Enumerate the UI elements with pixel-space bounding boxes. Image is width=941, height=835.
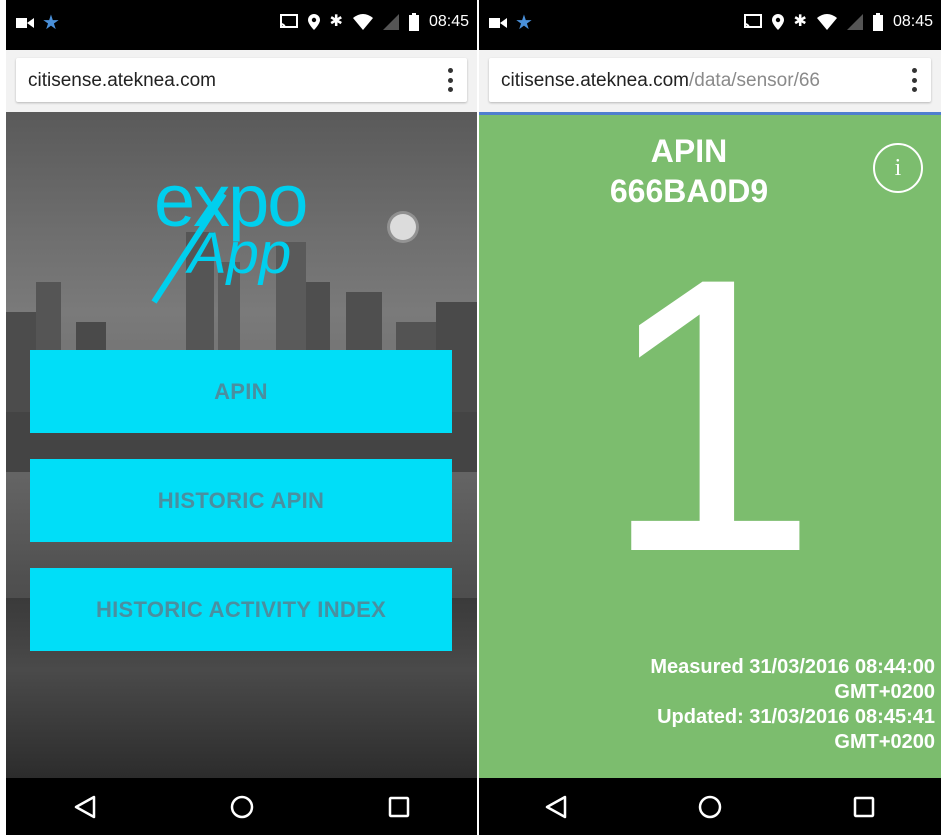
home-icon[interactable] bbox=[222, 787, 262, 827]
cast-icon bbox=[743, 14, 762, 29]
battery-icon bbox=[408, 13, 419, 31]
historic-apin-button[interactable]: HISTORIC APIN bbox=[30, 459, 452, 542]
cast-icon bbox=[279, 14, 298, 29]
menu-icon[interactable] bbox=[447, 68, 453, 92]
timestamps: Measured 31/03/2016 08:44:00 GMT+0200 Up… bbox=[650, 655, 935, 755]
sensor-value: 1 bbox=[601, 197, 819, 633]
browser-toolbar: citisense.ateknea.com/data/sensor/66 bbox=[479, 50, 941, 112]
back-icon[interactable] bbox=[536, 787, 576, 827]
bluetooth-icon: ✱ bbox=[329, 13, 343, 30]
bluetooth-icon: ✱ bbox=[793, 13, 807, 30]
battery-icon bbox=[872, 13, 883, 31]
wifi-icon bbox=[816, 14, 837, 30]
recents-icon[interactable] bbox=[844, 787, 884, 827]
no-signal-icon bbox=[382, 14, 399, 30]
star-icon: ★ bbox=[515, 12, 533, 34]
clock: 08:45 bbox=[428, 13, 469, 30]
navigation-bar bbox=[479, 778, 941, 835]
apin-button-label: APIN bbox=[214, 378, 268, 404]
url-text[interactable]: citisense.ateknea.com/data/sensor/66 bbox=[501, 70, 820, 92]
updated-timestamp: Updated: 31/03/2016 08:45:41 bbox=[657, 706, 935, 728]
star-icon: ★ bbox=[42, 12, 60, 34]
menu-icon[interactable] bbox=[911, 68, 917, 92]
url-path: /data/sensor/66 bbox=[689, 70, 820, 91]
info-button[interactable]: i bbox=[873, 143, 923, 193]
url-bar[interactable]: citisense.ateknea.com bbox=[16, 58, 467, 102]
video-camera-icon bbox=[16, 18, 34, 28]
no-signal-icon bbox=[846, 14, 863, 30]
url-text[interactable]: citisense.ateknea.com bbox=[28, 70, 216, 92]
measured-timezone: GMT+0200 bbox=[834, 681, 935, 703]
sensor-name: APIN bbox=[650, 133, 728, 169]
back-icon[interactable] bbox=[65, 787, 105, 827]
home-icon[interactable] bbox=[690, 787, 730, 827]
clock: 08:45 bbox=[892, 13, 933, 30]
recents-icon[interactable] bbox=[379, 787, 419, 827]
apin-button[interactable]: APIN bbox=[30, 350, 452, 433]
navigation-bar bbox=[6, 778, 477, 835]
location-icon bbox=[307, 14, 320, 30]
measured-timestamp: Measured 31/03/2016 08:44:00 bbox=[650, 656, 935, 678]
status-bar: ★ ✱ 08:45 bbox=[479, 0, 941, 50]
video-camera-icon bbox=[489, 18, 507, 28]
url-bar[interactable]: citisense.ateknea.com/data/sensor/66 bbox=[489, 58, 931, 102]
floating-touch-indicator bbox=[390, 214, 416, 240]
updated-timezone: GMT+0200 bbox=[834, 731, 935, 753]
info-icon: i bbox=[894, 154, 902, 181]
location-icon bbox=[771, 14, 784, 30]
home-screen: expo App APIN HISTORIC APIN HISTORIC ACT… bbox=[6, 112, 477, 778]
historic-activity-index-button[interactable]: HISTORIC ACTIVITY INDEX bbox=[30, 568, 452, 651]
phone-left: ★ ✱ 08:45 citisense.ateknea.com expo App… bbox=[6, 0, 477, 835]
phone-right: ★ ✱ 08:45 citisense.ateknea.com/data/sen… bbox=[479, 0, 941, 835]
url-host: citisense.ateknea.com bbox=[501, 70, 689, 91]
status-bar: ★ ✱ 08:45 bbox=[6, 0, 477, 50]
historic-apin-button-label: HISTORIC APIN bbox=[157, 487, 325, 513]
sensor-screen: APIN 666BA0D9 i 1 Measured 31/03/2016 08… bbox=[479, 112, 941, 778]
browser-toolbar: citisense.ateknea.com bbox=[6, 50, 477, 112]
wifi-icon bbox=[352, 14, 373, 30]
historic-activity-index-button-label: HISTORIC ACTIVITY INDEX bbox=[95, 596, 387, 622]
expoapp-logo: expo App bbox=[146, 164, 346, 304]
